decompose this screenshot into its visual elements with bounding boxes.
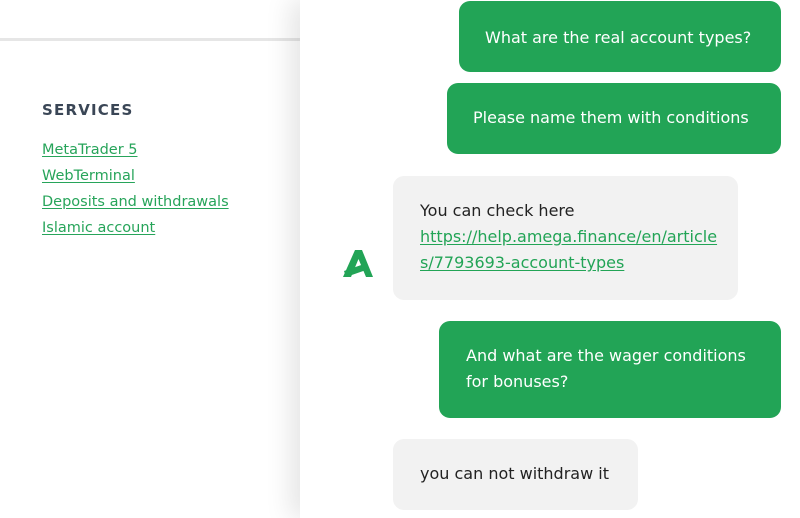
- message-text: you can not withdraw it: [420, 464, 609, 483]
- services-links: MetaTrader 5 WebTerminal Deposits and wi…: [42, 141, 229, 245]
- services-list-item: Deposits and withdrawals: [42, 193, 229, 219]
- services-heading: SERVICES: [42, 101, 134, 119]
- link-webterminal[interactable]: WebTerminal: [42, 168, 135, 184]
- user-message-bubble: And what are the wager conditions for bo…: [439, 321, 781, 418]
- header-divider: [0, 38, 300, 41]
- message-text: You can check here: [420, 201, 575, 220]
- message-text: And what are the wager conditions for bo…: [466, 346, 746, 391]
- bot-message-bubble: you can not withdraw it: [393, 439, 638, 510]
- amega-logo-icon: [340, 246, 376, 280]
- message-text: Please name them with conditions: [473, 108, 749, 127]
- help-article-link[interactable]: https://help.amega.finance/en/articles/7…: [420, 227, 717, 272]
- website-content: SERVICES MetaTrader 5 WebTerminal Deposi…: [0, 0, 300, 518]
- bot-message-bubble: You can check here https://help.amega.fi…: [393, 176, 738, 300]
- page: SERVICES MetaTrader 5 WebTerminal Deposi…: [0, 0, 800, 518]
- user-message-bubble: What are the real account types?: [459, 1, 781, 72]
- link-metatrader-5[interactable]: MetaTrader 5: [42, 142, 138, 158]
- link-deposits-withdrawals[interactable]: Deposits and withdrawals: [42, 194, 229, 210]
- user-message-bubble: Please name them with conditions: [447, 83, 781, 154]
- services-list-item: WebTerminal: [42, 167, 229, 193]
- message-text: What are the real account types?: [485, 28, 752, 47]
- chat-panel: What are the real account types? Please …: [300, 0, 800, 518]
- services-list-item: Islamic account: [42, 219, 229, 245]
- link-islamic-account[interactable]: Islamic account: [42, 220, 155, 236]
- services-list-item: MetaTrader 5: [42, 141, 229, 167]
